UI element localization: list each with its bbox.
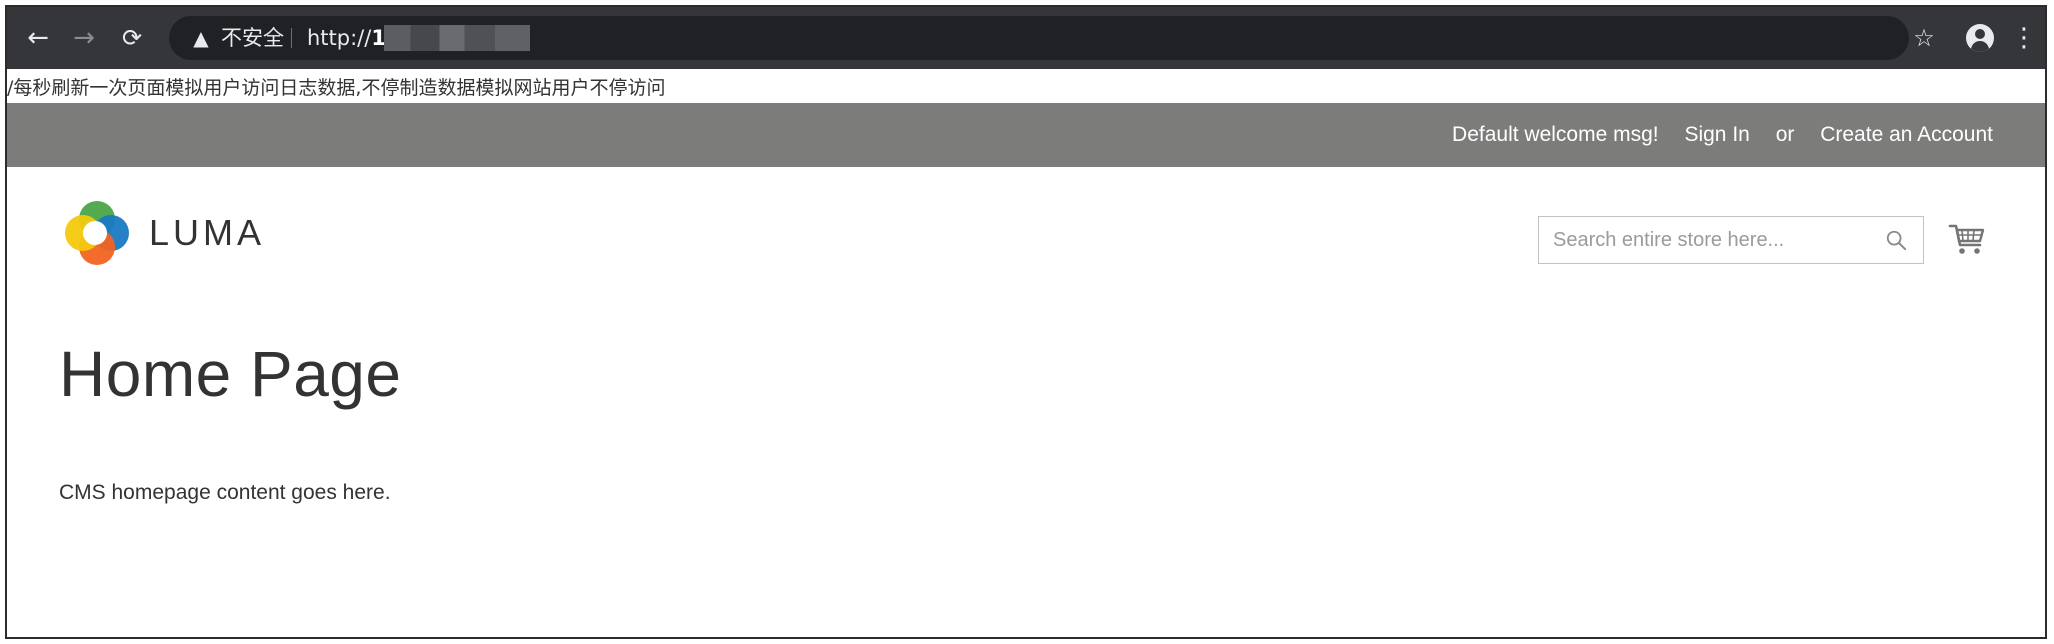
sign-in-link[interactable]: Sign In: [1684, 123, 1749, 146]
browser-window: ← → ⟳ ▲ 不安全 http://1 ☆ ⋮ /每秒刷新一次页面模拟用户访问…: [5, 5, 2047, 639]
address-bar[interactable]: ▲ 不安全 http://1: [169, 16, 1909, 60]
header-links: Default welcome msg! Sign In or Create a…: [1432, 103, 1993, 167]
or-text: or: [1775, 123, 1795, 146]
star-icon: ☆: [1913, 24, 1935, 52]
reload-icon: ⟳: [121, 24, 143, 52]
luma-logo-icon: [59, 197, 131, 269]
kebab-menu-icon: ⋮: [2011, 23, 2037, 53]
search-icon[interactable]: [1885, 229, 1907, 251]
forward-button[interactable]: →: [67, 21, 101, 55]
reload-button[interactable]: ⟳: [115, 21, 149, 55]
header-panel: Default welcome msg! Sign In or Create a…: [7, 103, 2045, 167]
browser-menu-button[interactable]: ⋮: [2007, 21, 2041, 55]
welcome-message: Default welcome msg!: [1452, 123, 1659, 146]
store-logo[interactable]: LUMA: [59, 197, 265, 269]
cms-content-text: CMS homepage content goes here.: [59, 481, 391, 504]
browser-toolbar: ← → ⟳ ▲ 不安全 http://1 ☆ ⋮: [7, 7, 2045, 69]
logo-text: LUMA: [149, 212, 266, 253]
arrow-right-icon: →: [73, 23, 95, 53]
divider: [291, 28, 292, 48]
injected-text: /每秒刷新一次页面模拟用户访问日志数据,不停制造数据模拟网站用户不停访问: [7, 77, 666, 99]
security-label[interactable]: 不安全: [221, 16, 284, 60]
url-prefix: http://: [307, 26, 372, 50]
warning-icon[interactable]: ▲: [185, 22, 217, 54]
profile-icon: [1966, 24, 1994, 52]
search-box: [1538, 216, 1924, 264]
arrow-left-icon: ←: [27, 23, 49, 53]
url-text[interactable]: http://1: [307, 16, 386, 60]
redacted-url-block: [384, 25, 530, 51]
search-input[interactable]: [1539, 217, 1883, 263]
cart-icon[interactable]: [1947, 219, 1987, 259]
page-title: Home Page: [59, 338, 402, 410]
profile-button[interactable]: [1963, 21, 1997, 55]
bookmark-star-button[interactable]: ☆: [1907, 21, 1941, 55]
back-button[interactable]: ←: [21, 21, 55, 55]
create-account-link[interactable]: Create an Account: [1820, 123, 1993, 146]
